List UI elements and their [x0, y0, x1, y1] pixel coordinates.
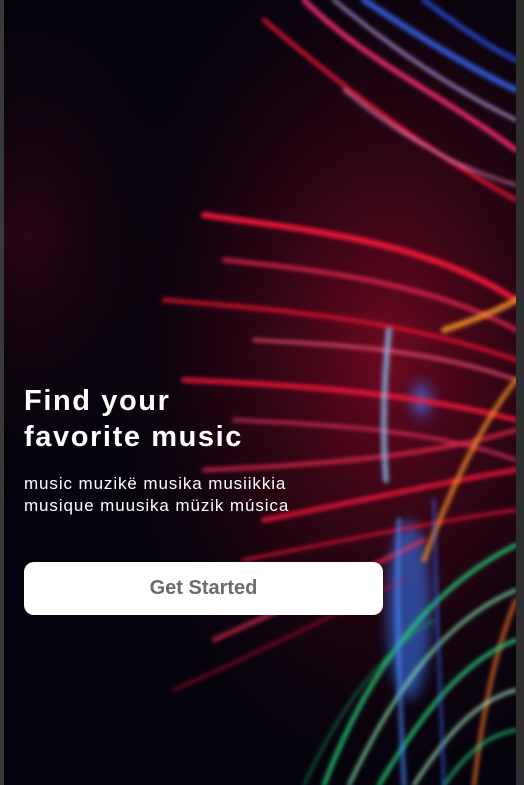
hero-tagline-line-2: musique muusika müzik música	[24, 496, 290, 515]
hero-title: Find your favorite music	[24, 383, 404, 455]
hero-tagline-line-1: music muzikë musika musiikkia	[24, 474, 287, 493]
hero-title-line-2: favorite music	[24, 421, 244, 453]
hero-content: Find your favorite music music muzikë mu…	[24, 383, 404, 517]
hero-tagline: music muzikë musika musiikkia musique mu…	[24, 473, 404, 517]
hero-title-line-1: Find your	[24, 385, 171, 417]
onboarding-screen: Find your favorite music music muzikë mu…	[4, 0, 516, 785]
window-edge	[516, 0, 524, 785]
get-started-button[interactable]: Get Started	[24, 562, 383, 615]
